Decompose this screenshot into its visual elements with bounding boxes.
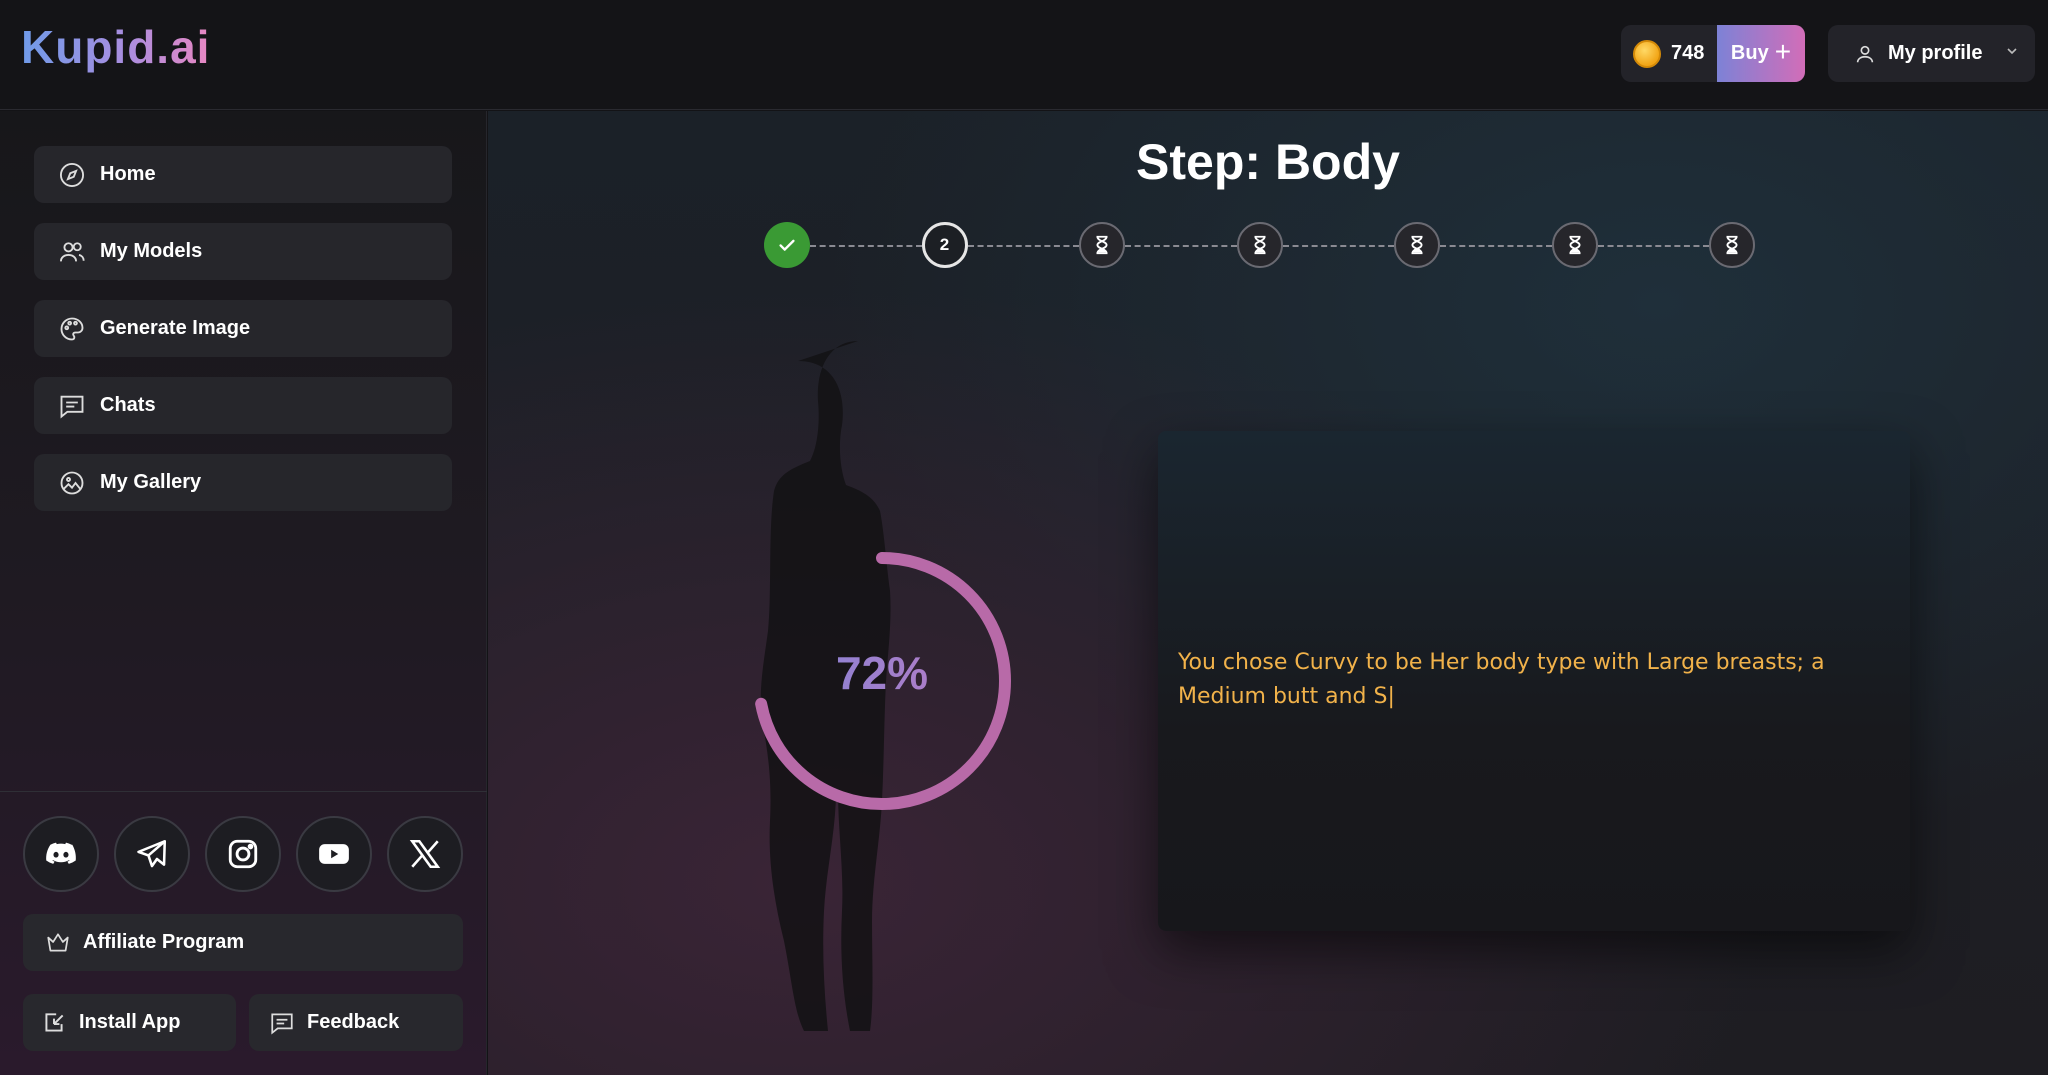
discord-icon	[46, 842, 76, 864]
sidebar: Home My Models Generate Image Chats My G…	[0, 111, 487, 1075]
affiliate-program-button[interactable]: Affiliate Program	[23, 914, 463, 971]
user-icon	[1856, 45, 1874, 62]
hourglass-icon	[1254, 235, 1265, 255]
step-number: 2	[939, 235, 950, 254]
compass-icon	[59, 162, 85, 187]
coin-icon	[1633, 40, 1661, 68]
step-pending-node	[1236, 222, 1283, 268]
plus-icon: +	[1774, 36, 1792, 67]
step-connector	[1440, 245, 1552, 247]
buy-coins-button[interactable]: Buy +	[1717, 25, 1805, 82]
step-connector	[810, 245, 922, 247]
sidebar-item-my-models[interactable]: My Models	[34, 223, 452, 280]
hourglass-icon	[1726, 235, 1738, 255]
crown-icon	[47, 932, 69, 951]
telegram-button[interactable]	[114, 816, 190, 892]
step-pending-node	[1079, 222, 1125, 268]
main-content: Step: Body 2 72% You chose Curvy to be H…	[488, 111, 2048, 1075]
install-app-button[interactable]: Install App	[23, 994, 236, 1051]
sidebar-item-label: My Gallery	[100, 471, 202, 493]
sidebar-item-label: My Models	[100, 240, 203, 262]
profile-label: My profile	[1888, 42, 1983, 64]
sidebar-item-generate-image[interactable]: Generate Image	[34, 300, 452, 357]
discord-button[interactable]	[23, 816, 99, 892]
hourglass-icon	[1569, 235, 1580, 255]
gallery-icon	[60, 471, 84, 494]
instagram-icon	[228, 839, 258, 869]
step-connector	[1282, 245, 1394, 247]
hourglass-icon	[1411, 235, 1423, 255]
chevron-down-icon	[2004, 43, 2020, 64]
step-progress: 2	[488, 111, 2048, 431]
sidebar-item-chats[interactable]: Chats	[34, 377, 452, 434]
sidebar-divider	[0, 791, 487, 792]
coin-balance: 748 Buy +	[1621, 25, 1805, 82]
sidebar-item-label: Home	[100, 163, 156, 185]
selection-summary-text: You chose Curvy to be Her body type with…	[1178, 650, 1825, 709]
step-done-node	[764, 222, 810, 268]
chat-icon	[60, 395, 84, 418]
install-label: Install App	[79, 1011, 181, 1033]
selection-summary-panel: You chose Curvy to be Her body type with…	[1158, 431, 1910, 931]
install-icon	[45, 1012, 64, 1032]
hourglass-icon	[1096, 235, 1108, 255]
kupid-logo[interactable]: Kupid.ai	[21, 20, 210, 74]
my-profile-button[interactable]: My profile	[1828, 25, 2035, 82]
x-icon	[409, 839, 441, 869]
sidebar-item-label: Chats	[100, 394, 156, 416]
check-icon	[779, 239, 795, 251]
x-twitter-button[interactable]	[387, 816, 463, 892]
step-pending-node	[1394, 222, 1440, 268]
buy-label: Buy	[1730, 42, 1769, 64]
users-icon	[59, 241, 85, 261]
coin-count: 748	[1671, 42, 1705, 64]
top-header: Kupid.ai 748 Buy + My profile	[0, 0, 2048, 110]
progress-percent: 72%	[742, 646, 1022, 700]
step-connector	[1125, 245, 1237, 247]
affiliate-label: Affiliate Program	[83, 931, 245, 953]
step-pending-node	[1551, 222, 1598, 268]
instagram-button[interactable]	[205, 816, 281, 892]
step-connector	[1597, 245, 1709, 247]
feedback-label: Feedback	[307, 1011, 400, 1033]
youtube-button[interactable]	[296, 816, 372, 892]
sidebar-item-my-gallery[interactable]: My Gallery	[34, 454, 452, 511]
step-connector	[967, 245, 1079, 247]
palette-icon	[60, 317, 84, 340]
feedback-icon	[271, 1012, 293, 1035]
feedback-button[interactable]: Feedback	[249, 994, 463, 1051]
youtube-icon	[319, 844, 349, 864]
sidebar-item-home[interactable]: Home	[34, 146, 452, 203]
step-pending-node	[1709, 222, 1755, 268]
telegram-icon	[137, 839, 167, 868]
step-current-node: 2	[921, 222, 968, 268]
sidebar-item-label: Generate Image	[100, 317, 251, 339]
